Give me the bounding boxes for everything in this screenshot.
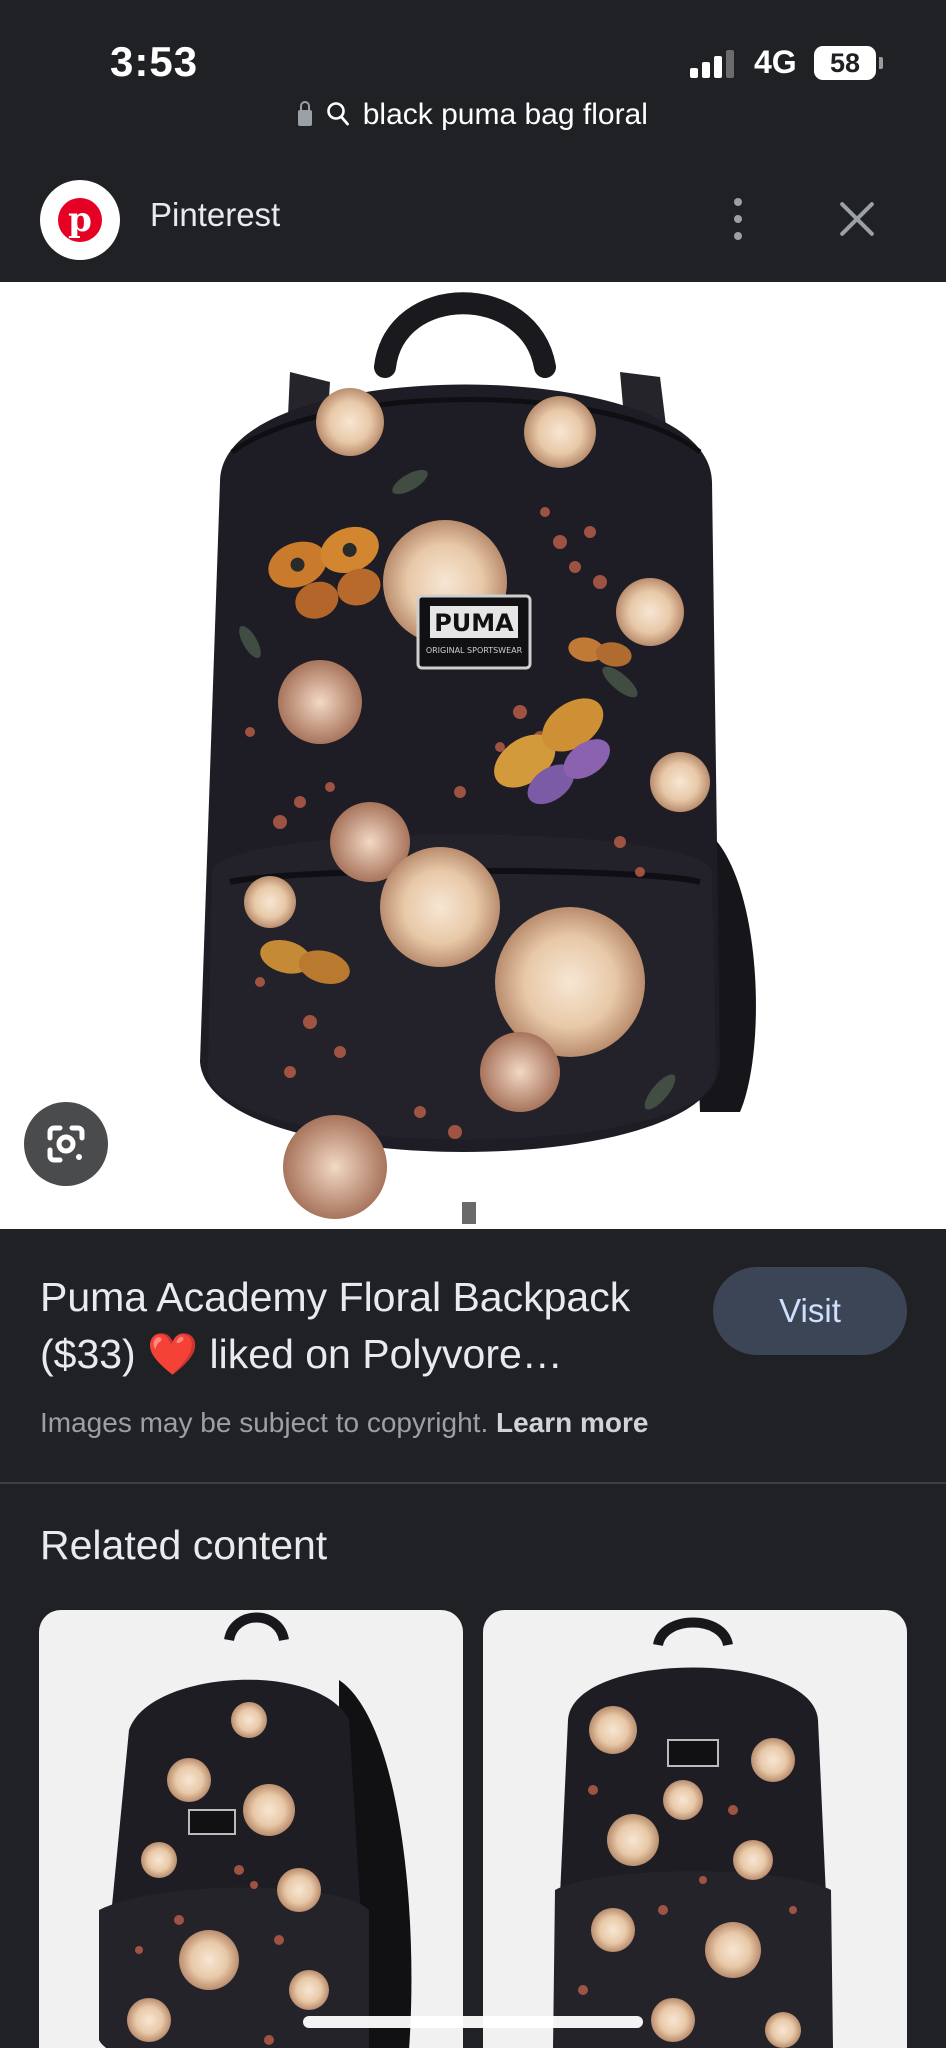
backpack-image: PUMA ORIGINAL SPORTSWEAR xyxy=(200,292,756,1224)
related-image-front-view xyxy=(553,1617,833,2048)
copyright-text: Images may be subject to copyright. xyxy=(40,1407,489,1438)
status-bar: 3:53 4G 58 xyxy=(0,0,946,100)
google-lens-button[interactable] xyxy=(24,1102,108,1186)
copyright-notice: Images may be subject to copyright. Lear… xyxy=(40,1407,649,1439)
url-bar[interactable]: black puma bag floral xyxy=(0,98,946,132)
related-image-side-view xyxy=(99,1612,412,2048)
related-content-heading: Related content xyxy=(40,1522,328,1568)
related-card[interactable] xyxy=(39,1610,463,2048)
visit-button[interactable]: Visit xyxy=(713,1267,907,1355)
source-name[interactable]: Pinterest xyxy=(150,196,280,234)
home-indicator[interactable] xyxy=(303,2016,643,2028)
puma-patch: PUMA ORIGINAL SPORTSWEAR xyxy=(416,594,532,670)
close-icon[interactable] xyxy=(832,194,882,244)
network-type: 4G xyxy=(754,44,797,80)
signal-icon xyxy=(690,48,740,78)
source-header: p Pinterest xyxy=(0,170,946,282)
result-image[interactable]: PUMA ORIGINAL SPORTSWEAR xyxy=(0,282,946,1229)
pinterest-logo-mark: p xyxy=(58,198,102,242)
puma-patch-brand: PUMA xyxy=(434,609,514,637)
search-icon xyxy=(327,102,350,126)
puma-patch-subtitle: ORIGINAL SPORTSWEAR xyxy=(426,646,523,655)
search-query: black puma bag floral xyxy=(362,98,648,131)
more-options-icon[interactable] xyxy=(718,192,758,246)
status-time: 3:53 xyxy=(110,38,199,85)
learn-more-link[interactable]: Learn more xyxy=(496,1407,649,1438)
section-divider xyxy=(0,1482,946,1484)
lens-icon xyxy=(47,1125,85,1163)
pinterest-logo[interactable]: p xyxy=(40,180,120,260)
result-title[interactable]: Puma Academy Floral Backpack ($33) ❤️ li… xyxy=(40,1269,700,1383)
battery-icon: 58 xyxy=(814,46,883,80)
lock-icon xyxy=(298,101,313,126)
result-info: Puma Academy Floral Backpack ($33) ❤️ li… xyxy=(0,1229,946,1483)
related-card[interactable] xyxy=(483,1610,907,2048)
